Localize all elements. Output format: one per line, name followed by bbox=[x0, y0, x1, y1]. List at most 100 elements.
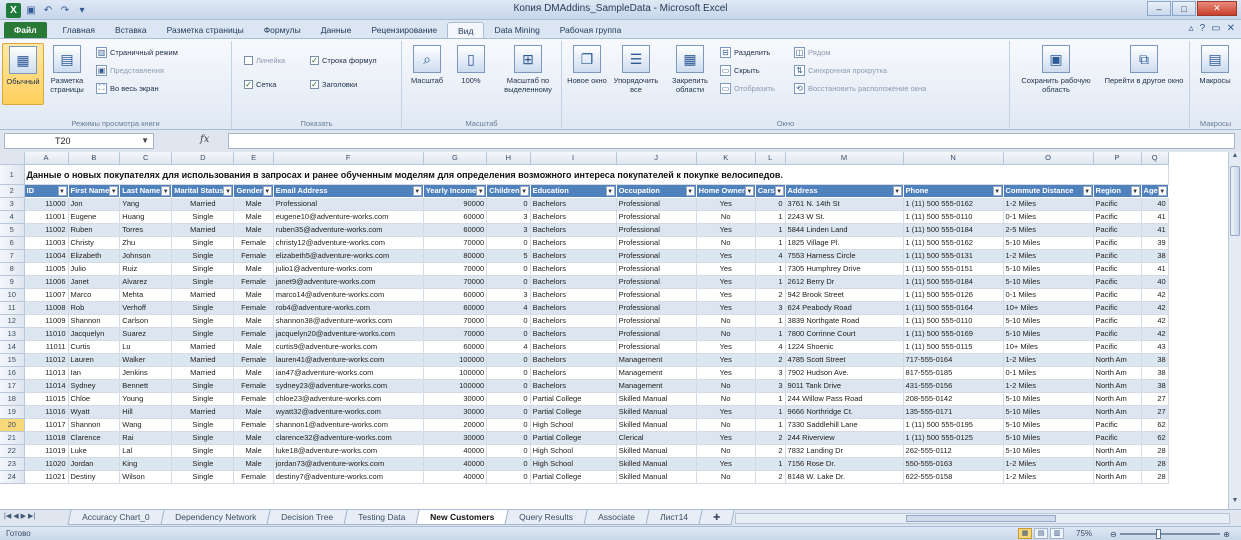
cell[interactable]: 11012 bbox=[24, 353, 69, 367]
cell[interactable]: Ian bbox=[68, 366, 121, 380]
filter-dropdown-icon[interactable]: ▼ bbox=[1130, 186, 1140, 196]
cell[interactable]: Female bbox=[233, 327, 274, 341]
cell[interactable]: 38 bbox=[1141, 249, 1169, 263]
cell[interactable]: Skilled Manual bbox=[616, 470, 697, 484]
switch-windows-button[interactable]: ⧉ Перейти в другое окно bbox=[1104, 43, 1184, 105]
cell[interactable]: Pacific bbox=[1093, 301, 1142, 315]
sheet-tab[interactable]: Dependency Network bbox=[159, 510, 271, 525]
cell[interactable]: Bennett bbox=[119, 379, 173, 393]
filter-dropdown-icon[interactable]: ▼ bbox=[412, 186, 422, 196]
zoom-button[interactable]: ⌕ Масштаб bbox=[406, 43, 448, 105]
headings-checkbox[interactable]: ✓ Заголовки bbox=[310, 77, 357, 91]
cell[interactable]: 1 (11) 500 555-0162 bbox=[903, 236, 1004, 250]
cell[interactable]: 11009 bbox=[24, 314, 69, 328]
formula-input[interactable] bbox=[228, 133, 1235, 149]
cell[interactable]: Yes bbox=[696, 353, 756, 367]
row-header[interactable]: 7 bbox=[0, 249, 25, 263]
custom-views-button[interactable]: ▣ Представления bbox=[96, 63, 164, 77]
cell[interactable]: 4 bbox=[486, 340, 531, 354]
row-header[interactable]: 4 bbox=[0, 210, 25, 224]
cell[interactable]: 2-5 Miles bbox=[1003, 223, 1094, 237]
cell[interactable]: Married bbox=[171, 223, 235, 237]
column-header[interactable]: F bbox=[273, 152, 424, 165]
cell[interactable]: Jacquelyn bbox=[68, 327, 121, 341]
cell[interactable]: Professional bbox=[616, 249, 697, 263]
cell[interactable]: Curtis bbox=[68, 340, 121, 354]
row-header[interactable]: 10 bbox=[0, 288, 25, 302]
cell[interactable]: Johnson bbox=[119, 249, 173, 263]
cell[interactable]: 3 bbox=[755, 379, 786, 393]
cell[interactable]: Married bbox=[171, 353, 235, 367]
sync-scroll-button[interactable]: ⇅ Синхронная прокрутка bbox=[794, 63, 887, 77]
cell[interactable]: 5844 Linden Land bbox=[785, 223, 904, 237]
filter-dropdown-icon[interactable]: ▼ bbox=[1082, 186, 1092, 196]
column-header[interactable]: P bbox=[1093, 152, 1142, 165]
cell[interactable]: 11003 bbox=[24, 236, 69, 250]
sheet-tab[interactable]: Testing Data bbox=[343, 510, 420, 525]
cell[interactable]: Female bbox=[233, 301, 274, 315]
cell[interactable]: 7156 Rose Dr. bbox=[785, 457, 904, 471]
cell[interactable]: 11006 bbox=[24, 275, 69, 289]
cell[interactable]: 1 bbox=[755, 275, 786, 289]
cell[interactable]: North Am bbox=[1093, 470, 1142, 484]
prev-sheet-icon[interactable]: ◀ bbox=[13, 512, 18, 520]
cell[interactable]: Yes bbox=[696, 431, 756, 445]
cell[interactable]: 42 bbox=[1141, 327, 1169, 341]
cell[interactable]: 0 bbox=[486, 405, 531, 419]
cell[interactable]: Yes bbox=[696, 197, 756, 211]
cell[interactable]: 11014 bbox=[24, 379, 69, 393]
row-header[interactable]: 11 bbox=[0, 301, 25, 315]
column-header[interactable]: N bbox=[903, 152, 1004, 165]
cell[interactable]: 1-2 Miles bbox=[1003, 470, 1094, 484]
cell[interactable]: Single bbox=[171, 457, 235, 471]
filter-dropdown-icon[interactable]: ▼ bbox=[1157, 186, 1167, 196]
cell[interactable]: 1-2 Miles bbox=[1003, 457, 1094, 471]
cell[interactable]: 5-10 Miles bbox=[1003, 392, 1094, 406]
cell[interactable]: 1 (11) 500 555-0115 bbox=[903, 340, 1004, 354]
cell[interactable]: Yes bbox=[696, 249, 756, 263]
cell[interactable]: Alvarez bbox=[119, 275, 173, 289]
cell[interactable]: 624 Peabody Road bbox=[785, 301, 904, 315]
cell[interactable]: 0 bbox=[486, 379, 531, 393]
row-header[interactable]: 16 bbox=[0, 366, 25, 380]
reset-window-position-button[interactable]: ⟲ Восстановить расположение окна bbox=[794, 81, 926, 95]
spreadsheet-grid[interactable]: A B C D E F G H I J K L M N O P Q 1 Данные о новых покупат… bbox=[0, 152, 1228, 509]
cell[interactable]: 0 bbox=[486, 418, 531, 432]
column-header[interactable]: A bbox=[24, 152, 69, 165]
ruler-checkbox[interactable]: Линейка bbox=[244, 53, 285, 67]
cell[interactable]: ian47@adventure-works.com bbox=[273, 366, 424, 380]
cell[interactable]: North Am bbox=[1093, 366, 1142, 380]
cell[interactable]: Female bbox=[233, 392, 274, 406]
sheet-tab[interactable]: New Customers bbox=[415, 510, 509, 525]
cell[interactable]: 11007 bbox=[24, 288, 69, 302]
cell[interactable]: 41 bbox=[1141, 210, 1169, 224]
cell[interactable]: North Am bbox=[1093, 379, 1142, 393]
cell[interactable]: Bachelors bbox=[530, 379, 617, 393]
macros-button[interactable]: ▤ Макросы bbox=[1194, 43, 1236, 105]
cell[interactable]: Professional bbox=[273, 197, 424, 211]
cell[interactable]: Zhu bbox=[119, 236, 173, 250]
cell[interactable]: 3761 N. 14th St bbox=[785, 197, 904, 211]
cell[interactable]: 11016 bbox=[24, 405, 69, 419]
cell[interactable]: Suarez bbox=[119, 327, 173, 341]
cell[interactable]: 40000 bbox=[423, 444, 488, 458]
cell[interactable]: 30000 bbox=[423, 431, 488, 445]
cell[interactable]: 28 bbox=[1141, 457, 1169, 471]
cell[interactable]: 40000 bbox=[423, 457, 488, 471]
cell[interactable]: 1 (11) 500 555-0184 bbox=[903, 275, 1004, 289]
row-header[interactable]: 9 bbox=[0, 275, 25, 289]
column-heading-cell[interactable]: Address ▼ bbox=[785, 184, 904, 198]
cell[interactable]: 0 bbox=[755, 197, 786, 211]
horizontal-scrollbar[interactable] bbox=[735, 513, 1230, 524]
cell[interactable]: Management bbox=[616, 353, 697, 367]
cell[interactable]: 43 bbox=[1141, 340, 1169, 354]
cell[interactable]: 7902 Hudson Ave. bbox=[785, 366, 904, 380]
cell[interactable]: shannon1@adventure-works.com bbox=[273, 418, 424, 432]
zoom-level[interactable]: 75% bbox=[1076, 529, 1092, 538]
cell[interactable]: Yes bbox=[696, 366, 756, 380]
cell[interactable]: 4 bbox=[486, 301, 531, 315]
cell[interactable]: Bachelors bbox=[530, 340, 617, 354]
sheet-tab[interactable]: Associate bbox=[583, 510, 650, 525]
cell[interactable]: jacquelyn20@adventure-works.com bbox=[273, 327, 424, 341]
cell[interactable]: No bbox=[696, 236, 756, 250]
